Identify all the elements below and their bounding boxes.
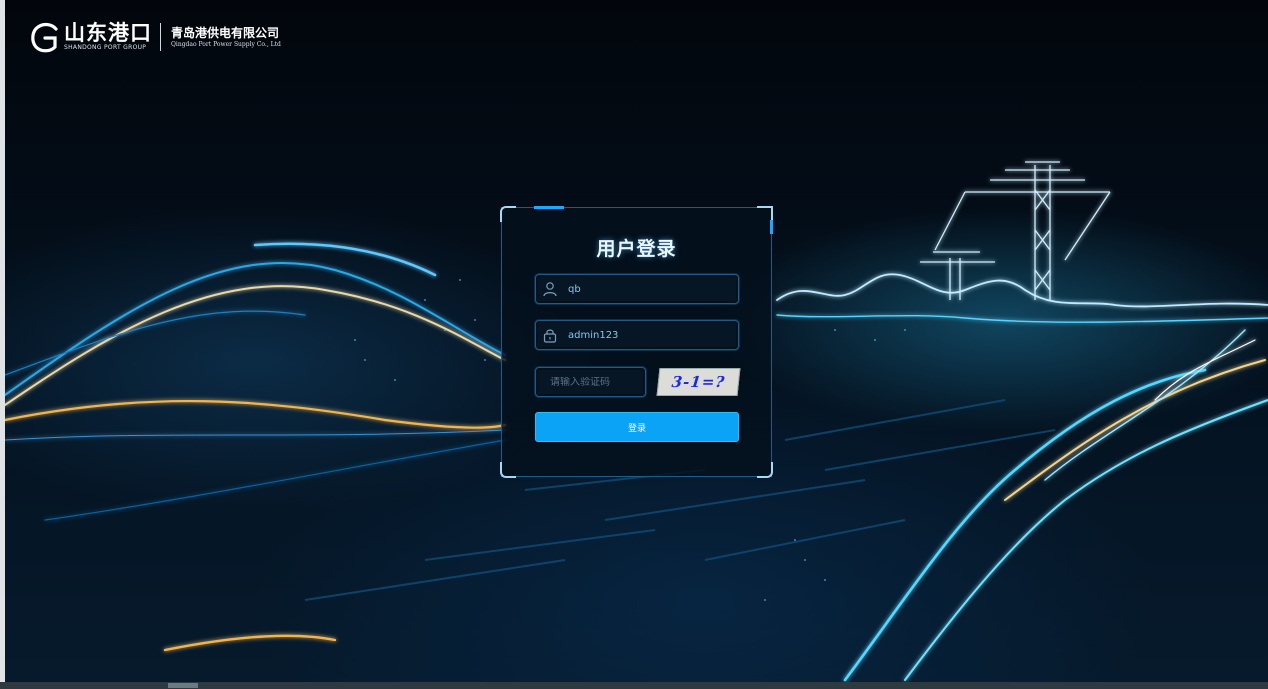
corner-decoration <box>757 462 773 478</box>
company-name-en: Qingdao Port Power Supply Co., Ltd <box>171 41 281 48</box>
password-input[interactable] <box>564 329 728 341</box>
scrollbar-thumb[interactable] <box>168 683 198 688</box>
shandong-port-logo-icon <box>31 22 58 53</box>
horizontal-scrollbar[interactable] <box>0 682 1268 689</box>
accent-bar <box>534 206 564 209</box>
company-name-cn: 青岛港供电有限公司 <box>171 26 280 40</box>
login-panel: 用户登录 3-1=? 登录 <box>500 206 773 478</box>
brand-name-cn: 山东港口 <box>64 21 152 45</box>
username-input[interactable] <box>564 283 728 295</box>
login-button[interactable]: 登录 <box>535 412 739 442</box>
captcha-image[interactable]: 3-1=? <box>656 368 741 396</box>
password-field[interactable] <box>535 320 739 350</box>
brand-name-en: SHANDONG PORT GROUP <box>64 44 147 51</box>
username-field[interactable] <box>535 274 739 304</box>
corner-decoration <box>500 462 516 478</box>
accent-bar <box>770 220 773 234</box>
user-icon <box>536 275 564 303</box>
captcha-input[interactable] <box>536 376 640 388</box>
captcha-field[interactable] <box>535 367 646 397</box>
login-title: 用户登录 <box>596 238 677 260</box>
lock-icon <box>536 321 564 349</box>
brand-divider <box>160 23 161 51</box>
corner-decoration <box>500 206 516 222</box>
brand-header: 山东港口 SHANDONG PORT GROUP 青岛港供电有限公司 Qingd… <box>30 18 281 56</box>
